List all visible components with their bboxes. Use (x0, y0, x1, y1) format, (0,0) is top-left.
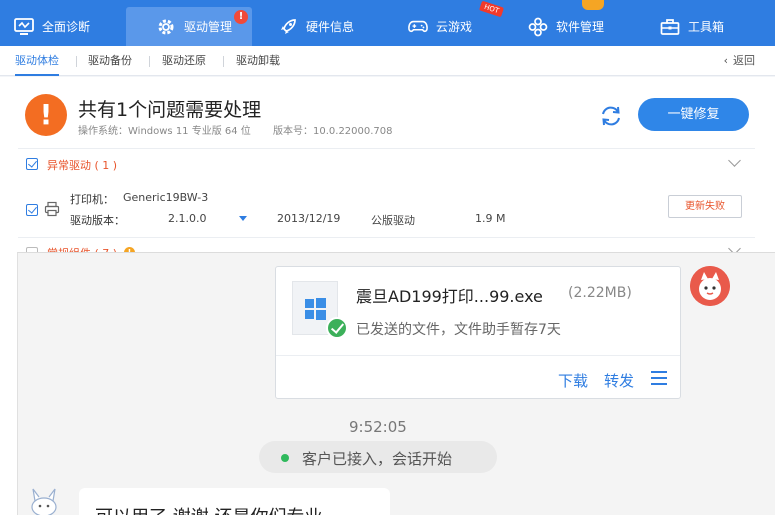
toolbox-icon (660, 17, 680, 37)
printer-icon (44, 201, 60, 220)
divider (18, 148, 755, 149)
driver-version-label: 驱动版本： (70, 214, 125, 227)
system-message-text: 客户已接入，会话开始 (302, 450, 453, 468)
gamepad-icon (408, 17, 428, 37)
download-link[interactable]: 下载 (558, 370, 588, 391)
tab-label: 云游戏 (436, 20, 473, 34)
subtab-driver-backup[interactable]: 驱动备份 (88, 46, 132, 76)
file-note: 已发送的文件，文件助手暂存7天 (356, 322, 561, 338)
gear-icon (156, 17, 176, 37)
driver-date: 2013/12/19 (277, 212, 341, 225)
customer-message-bubble: 可以用了 谢谢 还是你们专业 (79, 488, 390, 515)
monitor-icon (14, 17, 34, 37)
divider (149, 56, 150, 67)
agent-avatar (690, 266, 730, 306)
top-navigation: 全面诊断 驱动管理 ! 硬件信息 云游戏 HOT 软件管理 工具箱 (0, 0, 775, 46)
os-version: 版本号：10.0.22000.708 (273, 126, 393, 137)
back-button[interactable]: ‹ 返回 (724, 46, 755, 76)
subtab-driver-restore[interactable]: 驱动还原 (162, 46, 206, 76)
tab-software-management[interactable]: 软件管理 (528, 0, 605, 46)
tab-hardware-info[interactable]: 硬件信息 (278, 7, 354, 46)
chevron-down-icon[interactable] (728, 154, 741, 167)
chevron-left-icon: ‹ (723, 54, 728, 67)
abnormal-drivers-title: 异常驱动 ( 1 ) (47, 159, 118, 172)
driver-manager-window: 全面诊断 驱动管理 ! 硬件信息 云游戏 HOT 软件管理 工具箱 驱动体检 驱… (0, 0, 775, 515)
message-time: 9:52:05 (349, 418, 407, 436)
tab-label: 软件管理 (556, 20, 605, 34)
divider (18, 237, 755, 238)
file-size: (2.22MB) (568, 285, 632, 301)
vip-badge (582, 0, 604, 10)
forward-link[interactable]: 转发 (604, 370, 634, 391)
issue-headline: 共有1个问题需要处理 (78, 99, 262, 121)
driver-size: 1.9 M (475, 212, 506, 225)
alert-badge: ! (234, 10, 248, 24)
online-dot-icon (281, 454, 289, 462)
sub-navigation: 驱动体检 驱动备份 驱动还原 驱动卸载 ‹ 返回 (0, 46, 775, 76)
divider (76, 56, 77, 67)
tab-label: 硬件信息 (306, 20, 355, 34)
subtab-driver-check[interactable]: 驱动体检 (15, 46, 59, 76)
warning-icon: ! (25, 94, 67, 136)
customer-avatar (27, 487, 61, 515)
customer-message-text: 可以用了 谢谢 还是你们专业 (95, 503, 322, 515)
tab-full-diagnosis[interactable]: 全面诊断 (14, 7, 90, 46)
update-failed-button[interactable]: 更新失败 (668, 195, 742, 218)
driver-row-checkbox[interactable] (26, 204, 38, 216)
os-info: 操作系统：Windows 11 专业版 64 位 (78, 126, 251, 137)
menu-icon[interactable] (651, 371, 667, 385)
tab-toolbox[interactable]: 工具箱 (660, 7, 724, 46)
tab-label: 驱动管理 (184, 20, 233, 34)
abnormal-section-checkbox[interactable] (26, 158, 38, 170)
apps-icon (528, 17, 548, 37)
tab-driver-management[interactable]: 驱动管理 ! (126, 7, 252, 46)
driver-type: 公版驱动 (371, 214, 415, 227)
divider (276, 355, 680, 356)
subtab-driver-uninstall[interactable]: 驱动卸载 (236, 46, 280, 76)
system-message: 客户已接入，会话开始 (259, 441, 497, 473)
tab-label: 全面诊断 (42, 20, 91, 34)
divider (223, 56, 224, 67)
back-label: 返回 (733, 54, 755, 67)
printer-name: Generic19BW-3 (123, 191, 209, 204)
file-message-card[interactable]: 震旦AD199打印...99.exe (2.22MB) 已发送的文件，文件助手暂… (275, 266, 681, 399)
check-circle-icon (326, 317, 348, 339)
file-name: 震旦AD199打印...99.exe (356, 287, 543, 306)
refresh-icon[interactable] (598, 103, 624, 129)
tab-cloud-game[interactable]: 云游戏 HOT (408, 0, 505, 46)
rocket-icon (278, 17, 298, 37)
hot-badge: HOT (479, 0, 505, 18)
one-click-fix-button[interactable]: 一键修复 (638, 98, 749, 131)
version-dropdown-icon[interactable] (239, 216, 247, 221)
tab-label: 工具箱 (688, 20, 725, 34)
printer-label: 打印机： (70, 193, 114, 206)
driver-version: 2.1.0.0 (168, 212, 207, 225)
